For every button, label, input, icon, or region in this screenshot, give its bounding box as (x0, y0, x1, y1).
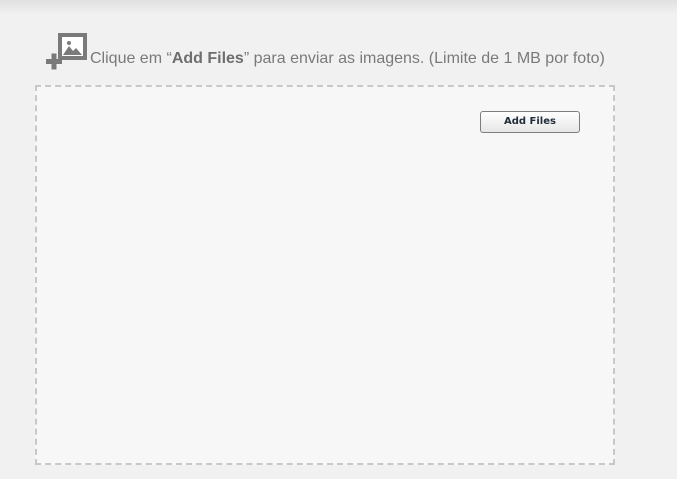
instruction-suffix: ” para enviar as imagens. (Limite de 1 M… (243, 50, 605, 67)
add-files-button[interactable]: Add Files (480, 111, 580, 133)
file-dropzone[interactable]: Add Files (35, 85, 615, 465)
upload-header: Clique em “Add Files” para enviar as ima… (45, 26, 605, 70)
instruction-add-files: Add Files (171, 50, 244, 67)
instruction-prefix: Clique em “ (90, 50, 172, 67)
bottom-strip (0, 479, 677, 485)
upload-page: Clique em “Add Files” para enviar as ima… (0, 0, 677, 485)
top-shadow (0, 0, 677, 14)
add-image-icon (45, 32, 89, 70)
upload-instruction: Clique em “Add Files” para enviar as ima… (90, 50, 605, 70)
